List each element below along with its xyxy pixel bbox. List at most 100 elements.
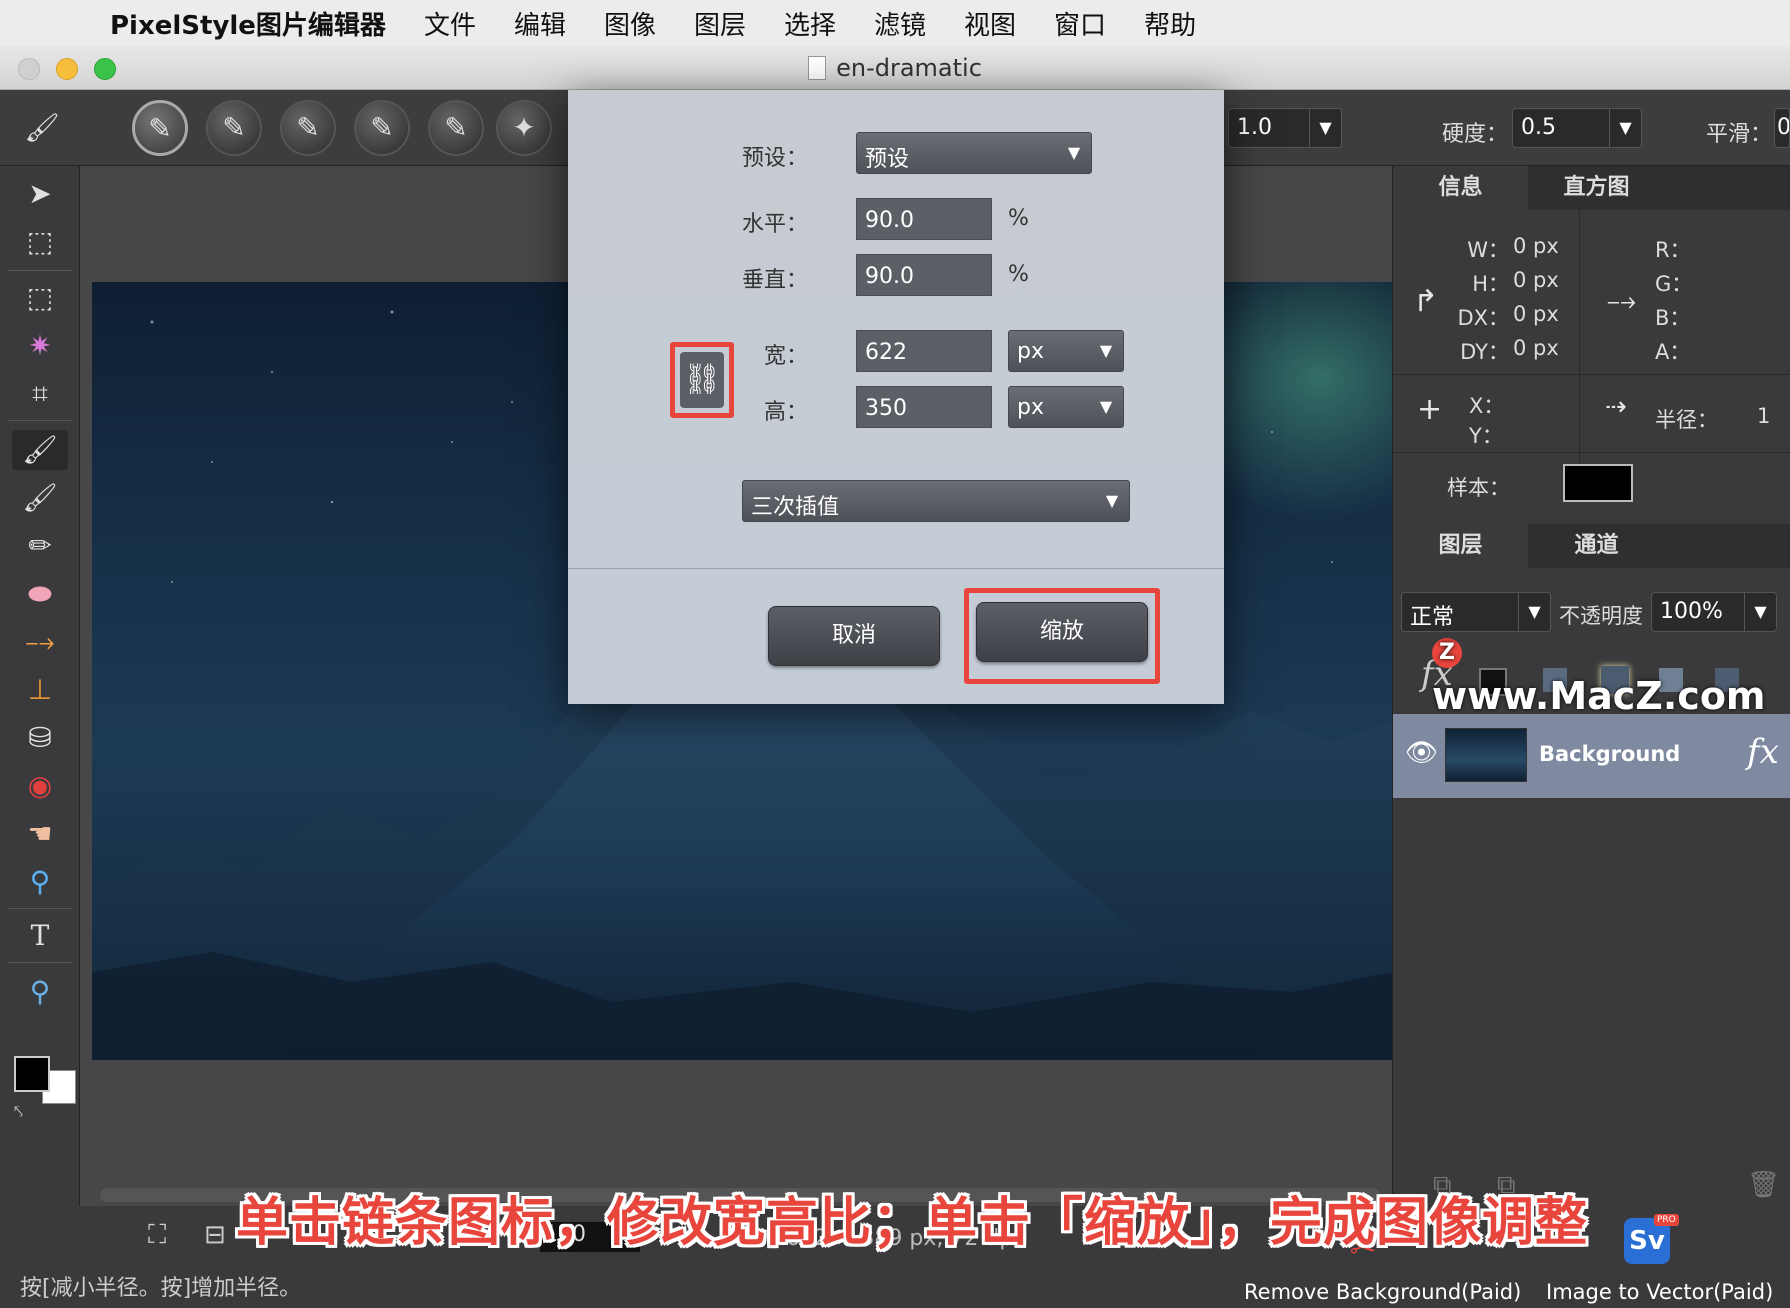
blend-mode-value: 正常 (1410, 605, 1455, 630)
smooth-select[interactable]: 0 (1774, 108, 1790, 148)
current-brush-tool-icon: 🖌 (24, 111, 60, 144)
w-label: W： (1467, 238, 1509, 262)
info-divider (1393, 374, 1790, 375)
brush-preset-4[interactable]: ✎ (354, 100, 410, 156)
chevron-down-icon: ▼ (1105, 491, 1119, 510)
g-label: G： (1655, 272, 1693, 296)
layers-tabbar: 图层 通道 (1393, 524, 1790, 568)
menu-layer[interactable]: 图层 (694, 5, 746, 42)
watermark: Zwww.MacZ.com (1432, 630, 1790, 718)
chevron-down-icon: ▼ (1067, 143, 1081, 162)
trash-icon[interactable]: 🗑 (1747, 1170, 1780, 1200)
opacity-select[interactable]: 100% ▼ (1651, 592, 1777, 632)
tool-panel: ➤ ⬚ ⬚ ✷ ⌗ 🖌 🖌 ✏ ⬬ ⤍ ⊥ ⛁ ◉ ☚ ⚲ T ⚲ ⤣ (0, 166, 80, 1206)
pencil-tool-icon[interactable]: ✏ (12, 526, 68, 566)
red-eye-tool-icon[interactable]: ◉ (12, 766, 68, 806)
height-unit-value: px (1017, 395, 1044, 420)
menu-select[interactable]: 选择 (784, 5, 836, 42)
dy-value: 0 px (1513, 336, 1559, 360)
menu-window[interactable]: 窗口 (1054, 5, 1106, 42)
menu-image[interactable]: 图像 (604, 5, 656, 42)
document-icon (808, 56, 827, 80)
stamp-tool-icon[interactable]: ⊥ (12, 670, 68, 710)
dialog-divider (568, 568, 1224, 569)
tab-layers[interactable]: 图层 (1393, 524, 1528, 568)
menu-view[interactable]: 视图 (964, 5, 1016, 42)
tab-info[interactable]: 信息 (1393, 166, 1528, 210)
dy-label: DY： (1460, 340, 1509, 364)
text-tool-icon[interactable]: T (12, 916, 68, 956)
menu-help[interactable]: 帮助 (1144, 5, 1196, 42)
move-tool-icon[interactable]: ➤ (12, 174, 68, 214)
magic-wand-tool-icon[interactable]: ✷ (12, 326, 68, 366)
width-label: 宽： (763, 344, 808, 369)
eyedropper-tool-icon[interactable]: ⤍ (12, 622, 68, 662)
brush-preset-3[interactable]: ✎ (280, 100, 336, 156)
layer-fx-icon[interactable]: fx (1747, 732, 1779, 772)
layer-thumbnail (1445, 728, 1527, 782)
smudge-tool-icon[interactable]: 🖌 (12, 478, 68, 518)
zoom-out-icon[interactable]: ⊟ (204, 1220, 226, 1250)
horizontal-input[interactable]: 90.0 (856, 198, 992, 240)
sample-swatch[interactable] (1563, 464, 1633, 502)
zoom-tool-icon[interactable]: ⚲ (12, 862, 68, 902)
height-input[interactable]: 350 (856, 386, 992, 428)
b-label: B： (1655, 306, 1691, 330)
fit-screen-icon[interactable]: ⛶ (148, 1220, 166, 1251)
remove-background-plugin[interactable]: Remove Background(Paid) (1244, 1280, 1521, 1304)
interpolation-value: 三次插值 (751, 495, 840, 520)
chevron-down-icon: ▼ (1744, 593, 1776, 631)
tool-divider (8, 420, 72, 421)
chevron-down-icon: ▼ (1518, 593, 1550, 631)
crosshair-plus-icon: + (1417, 392, 1443, 427)
vertical-input[interactable]: 90.0 (856, 254, 992, 296)
hardness-select[interactable]: 0.5 ▼ (1512, 108, 1642, 148)
foreground-color-swatch[interactable] (14, 1056, 50, 1092)
cancel-button[interactable]: 取消 (768, 606, 940, 666)
view-zoom-icon[interactable]: ⚲ (12, 972, 68, 1012)
vertical-unit: % (1008, 262, 1029, 287)
scale-button[interactable]: 缩放 (976, 602, 1148, 662)
brush-preset-5[interactable]: ✎ (428, 100, 484, 156)
info-tabbar: 信息 直方图 (1393, 166, 1790, 210)
paint-bucket-tool-icon[interactable]: ⛁ (12, 718, 68, 758)
swap-colors-icon[interactable]: ⤣ (14, 1102, 23, 1122)
radius-label: 半径： (1655, 408, 1718, 432)
preset-select[interactable]: 预设 ▼ (856, 132, 1092, 174)
brush-preset-6[interactable]: ✦ (496, 100, 552, 156)
hand-tool-icon[interactable]: ☚ (12, 814, 68, 854)
window-title-text: en-dramatic (836, 54, 982, 82)
interpolation-select[interactable]: 三次插值 ▼ (742, 480, 1130, 522)
tool-divider (8, 270, 72, 271)
hardness-value: 0.5 (1521, 115, 1556, 140)
brush-tool-icon[interactable]: 🖌 (12, 430, 68, 470)
layer-row-background[interactable]: 👁 Background fx (1393, 714, 1790, 798)
brush-size-value: 1.0 (1237, 115, 1272, 140)
width-input[interactable]: 622 (856, 330, 992, 372)
eraser-tool-icon[interactable]: ⬬ (12, 574, 68, 614)
menu-edit[interactable]: 编辑 (514, 5, 566, 42)
crop-tool-icon[interactable]: ⌗ (12, 374, 68, 414)
width-unit-select[interactable]: px ▼ (1008, 330, 1124, 372)
tab-channels[interactable]: 通道 (1529, 524, 1664, 568)
blend-mode-select[interactable]: 正常 ▼ (1401, 592, 1551, 632)
menu-file[interactable]: 文件 (424, 5, 476, 42)
preset-value: 预设 (865, 147, 910, 172)
marquee-tool-icon[interactable]: ⬚ (12, 278, 68, 318)
menu-filter[interactable]: 滤镜 (874, 5, 926, 42)
sample-label: 样本： (1447, 476, 1510, 500)
eye-visibility-icon[interactable]: 👁 (1405, 738, 1438, 768)
x-label: X： (1469, 394, 1505, 418)
menu-app-name[interactable]: PixelStyle图片编辑器 (110, 5, 386, 42)
height-unit-select[interactable]: px ▼ (1008, 386, 1124, 428)
transform-tool-icon[interactable]: ⬚ (12, 222, 68, 262)
image-to-vector-plugin[interactable]: Image to Vector(Paid) (1546, 1280, 1773, 1304)
chevron-down-icon: ▼ (1099, 341, 1113, 360)
w-value: 0 px (1513, 234, 1559, 258)
brush-preset-2[interactable]: ✎ (206, 100, 262, 156)
brush-size-select[interactable]: 1.0 ▼ (1228, 108, 1342, 148)
opacity-value: 100% (1660, 599, 1723, 624)
tab-histogram[interactable]: 直方图 (1529, 166, 1664, 210)
brush-preset-1[interactable]: ✎ (132, 100, 188, 156)
width-unit-value: px (1017, 339, 1044, 364)
